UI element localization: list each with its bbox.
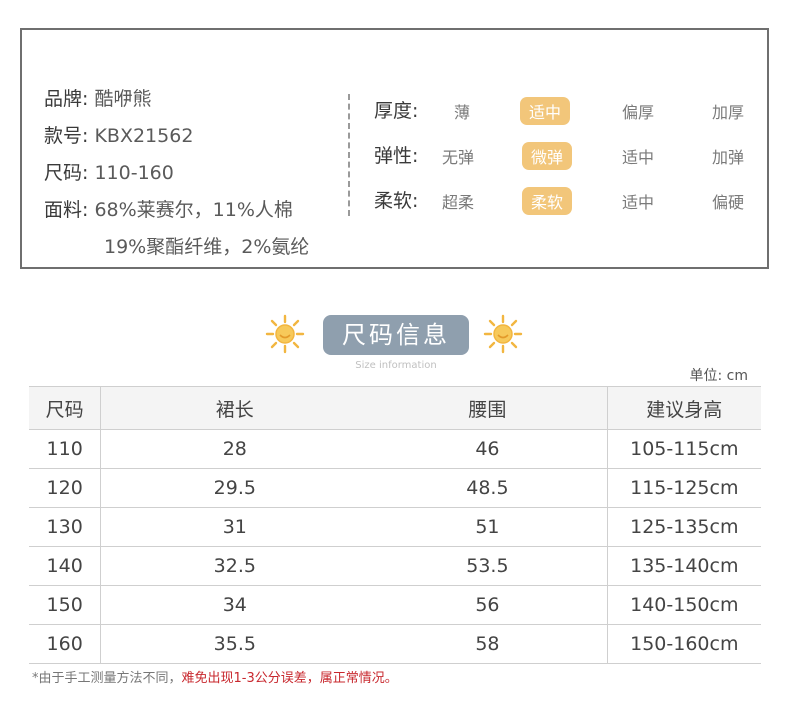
attr-option: 薄 xyxy=(454,103,471,122)
fabric-value-line2: 19%聚酯纤维，2%氨纶 xyxy=(104,236,310,258)
note-warning-text: 难免出现1-3公分误差，属正常情况。 xyxy=(181,671,398,686)
table-cell: 140-150cm xyxy=(607,585,761,625)
unit-label: 单位: cm xyxy=(689,368,748,384)
sun-icon xyxy=(265,314,305,354)
attr-option: 加厚 xyxy=(712,103,745,122)
measurement-note: *由于手工测量方法不同，难免出现1-3公分误差，属正常情况。 xyxy=(32,667,398,686)
attr-label-thickness: 厚度: xyxy=(374,100,419,122)
table-cell: 34 xyxy=(100,585,369,625)
fabric-row-2: 19%聚酯纤维，2%氨纶 xyxy=(104,232,309,259)
table-cell: 35.5 xyxy=(100,624,369,664)
table-cell: 135-140cm xyxy=(607,546,761,586)
table-cell: 140 xyxy=(29,546,102,586)
size-label: 尺码: xyxy=(44,162,89,184)
sun-icon xyxy=(483,314,523,354)
product-info-box: 品牌: 酷咿熊 款号: KBX21562 尺码: 110-160 面料: 68%… xyxy=(20,28,769,269)
fabric-row: 面料: 68%莱赛尔，11%人棉 xyxy=(44,195,293,222)
model-label: 款号: xyxy=(44,125,89,147)
table-row: 140 32.5 53.5 135-140cm xyxy=(29,546,761,586)
table-cell: 28 xyxy=(100,429,369,469)
attr-option-selected: 适中 xyxy=(520,97,571,125)
attr-option: 偏厚 xyxy=(622,103,655,122)
table-cell: 160 xyxy=(29,624,102,664)
table-cell: 130 xyxy=(29,507,102,547)
attr-option: 超柔 xyxy=(442,193,475,212)
table-cell: 53.5 xyxy=(368,546,608,586)
attr-option-selected: 柔软 xyxy=(522,187,573,215)
fabric-label: 面料: xyxy=(44,199,89,221)
attr-option: 适中 xyxy=(622,193,655,212)
note-text: *由于手工测量方法不同， xyxy=(32,671,182,686)
table-cell: 110 xyxy=(29,429,102,469)
size-value: 110-160 xyxy=(94,162,174,184)
table-cell: 48.5 xyxy=(368,468,608,508)
table-cell: 150 xyxy=(29,585,102,625)
table-cell: 120 xyxy=(29,468,102,508)
size-row: 尺码: 110-160 xyxy=(44,158,174,185)
model-value: KBX21562 xyxy=(94,125,194,147)
table-cell: 150-160cm xyxy=(607,624,761,664)
brand-label: 品牌: xyxy=(44,88,89,110)
table-row: 120 29.5 48.5 115-125cm xyxy=(29,468,761,508)
attr-option: 加弹 xyxy=(712,148,745,167)
attr-option-selected: 微弹 xyxy=(522,142,573,170)
model-row: 款号: KBX21562 xyxy=(44,121,193,148)
table-cell: 56 xyxy=(368,585,608,625)
brand-row: 品牌: 酷咿熊 xyxy=(44,84,151,111)
table-cell: 31 xyxy=(100,507,369,547)
col-header-waist: 腰围 xyxy=(368,386,608,430)
brand-value: 酷咿熊 xyxy=(94,88,152,110)
table-row: 130 31 51 125-135cm xyxy=(29,507,761,547)
table-cell: 46 xyxy=(368,429,608,469)
table-row: 110 28 46 105-115cm xyxy=(29,429,761,469)
attr-option: 适中 xyxy=(622,148,655,167)
vertical-divider xyxy=(348,94,350,216)
attr-label-elasticity: 弹性: xyxy=(374,145,419,167)
size-table: 尺码 裙长 腰围 建议身高 110 28 46 105-115cm 120 29… xyxy=(29,386,761,664)
col-header-height: 建议身高 xyxy=(607,386,761,430)
table-cell: 29.5 xyxy=(100,468,369,508)
table-cell: 51 xyxy=(368,507,608,547)
table-row: 160 35.5 58 150-160cm xyxy=(29,624,761,664)
table-cell: 105-115cm xyxy=(607,429,761,469)
table-cell: 32.5 xyxy=(100,546,369,586)
table-header-row: 尺码 裙长 腰围 建议身高 xyxy=(29,386,761,430)
attr-option: 无弹 xyxy=(442,148,475,167)
section-title: 尺码信息 xyxy=(323,315,469,355)
col-header-size: 尺码 xyxy=(29,386,102,430)
table-row: 150 34 56 140-150cm xyxy=(29,585,761,625)
attr-option: 偏硬 xyxy=(712,193,745,212)
attr-label-softness: 柔软: xyxy=(374,190,419,212)
section-subtitle: Size information xyxy=(355,360,437,371)
fabric-value-line1: 68%莱赛尔，11%人棉 xyxy=(94,199,293,221)
col-header-skirt-length: 裙长 xyxy=(100,386,369,430)
table-cell: 115-125cm xyxy=(607,468,761,508)
table-cell: 58 xyxy=(368,624,608,664)
table-cell: 125-135cm xyxy=(607,507,761,547)
